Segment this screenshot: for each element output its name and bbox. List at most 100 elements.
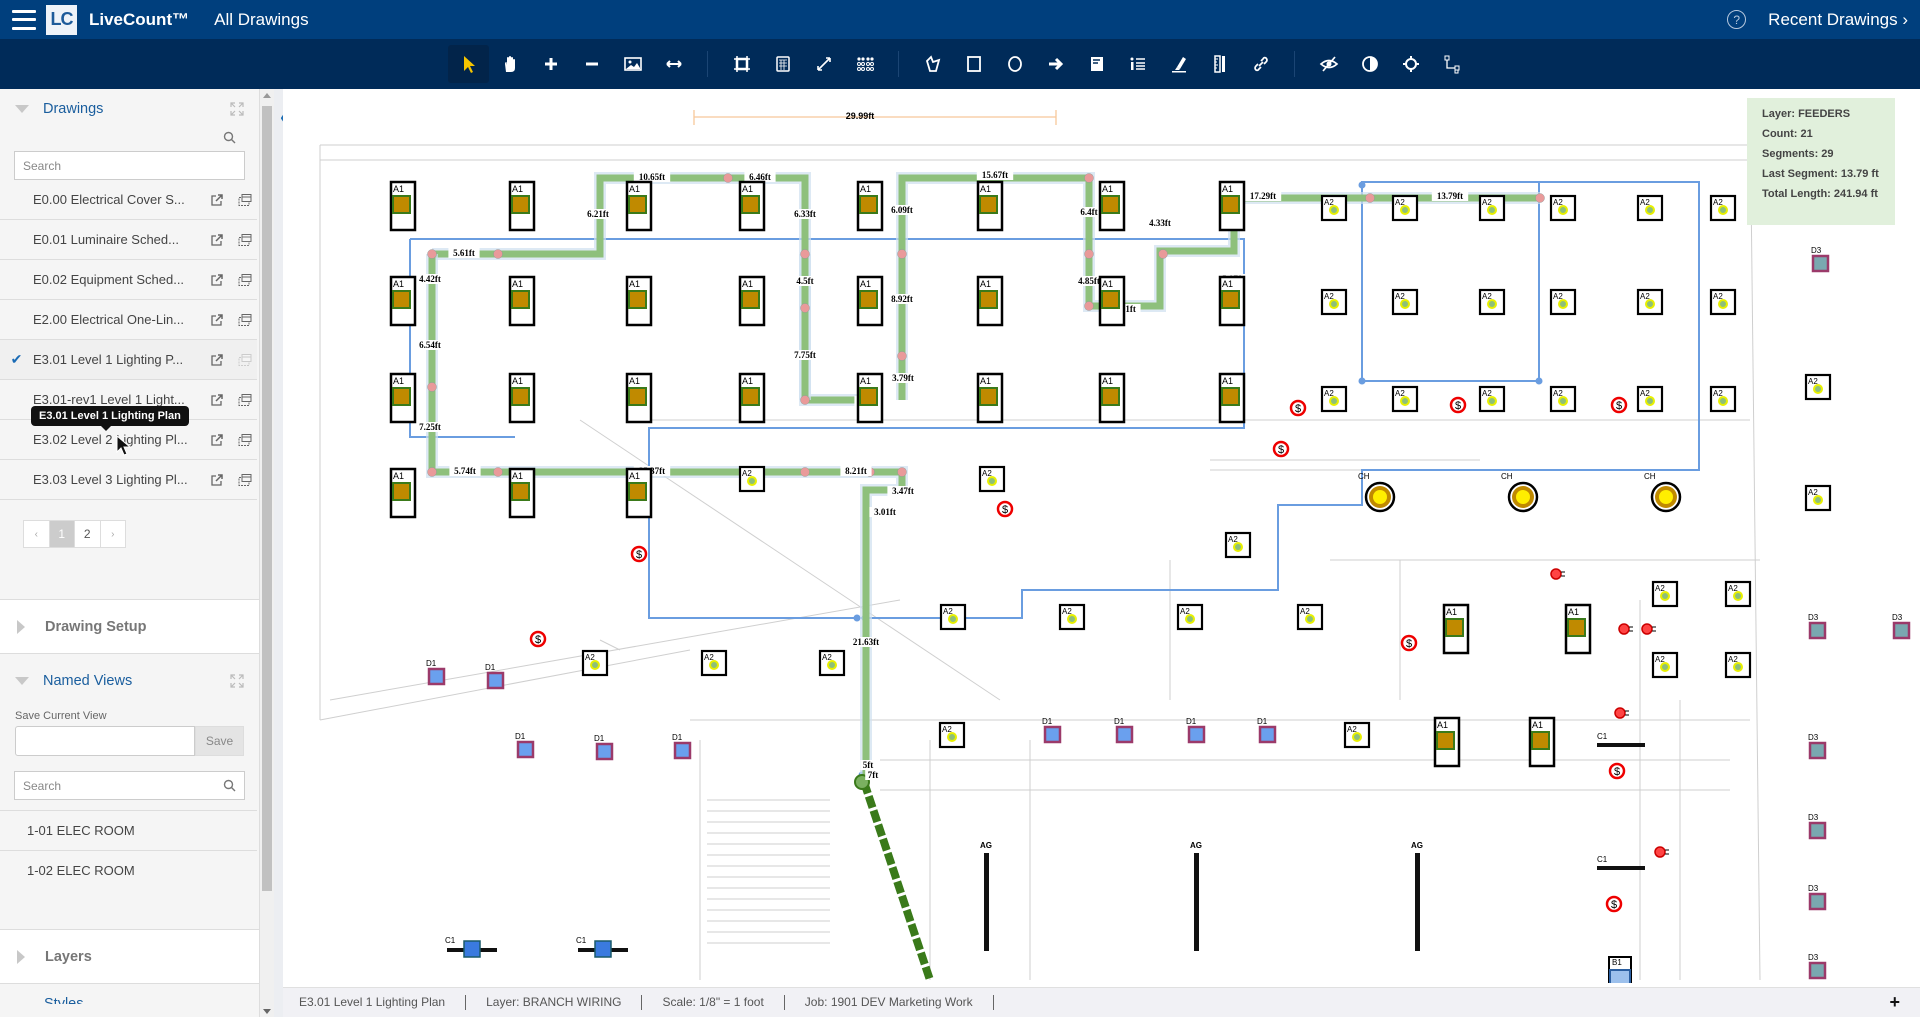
open-external-icon[interactable] [209,193,225,207]
styles-panel-header[interactable]: Styles [0,984,259,1004]
zoom-out-tool-button[interactable] [571,45,612,83]
save-view-button[interactable]: Save [195,726,244,756]
collapse-triangle-icon[interactable] [15,677,29,685]
pointer-arrow-icon [463,56,475,73]
named-view-item[interactable]: 1-02 ELEC ROOM [0,850,257,890]
fixture-a2-lamp [1331,398,1337,404]
drawing-canvas[interactable]: 29.99ft 10.65ft 6.46ft 6.21ft 6.33ft 5.61ft 4.… [283,89,1920,983]
wiring-node [493,467,503,477]
hamburger-menu-icon[interactable] [12,9,36,30]
search-icon[interactable] [223,131,236,144]
fixture-tag-d: D1 [1114,717,1125,726]
drawing-name: E3.01 Level 1 Lighting P... [33,352,184,367]
scroll-down-icon[interactable] [263,1009,271,1014]
drawings-panel-header[interactable]: Drawings [0,89,259,129]
drawing-list-item[interactable]: E3.03 Level 3 Lighting Pl... [0,460,257,500]
compare-window-icon[interactable] [237,393,253,407]
hide-markup-tool-button[interactable] [1308,45,1349,83]
wiring-node [1084,249,1094,259]
open-external-icon[interactable] [209,393,225,407]
fixture-tag-a1: A1 [1102,376,1113,386]
drawing-setup-panel-header[interactable]: Drawing Setup [0,600,259,653]
pan-tool-button[interactable] [489,45,530,83]
pagination-page-2[interactable]: 2 [75,521,101,547]
help-icon[interactable]: ? [1727,10,1747,29]
fit-image-tool-button[interactable] [612,45,653,83]
crop-tool-button[interactable] [721,45,762,83]
expand-panel-icon[interactable] [230,674,244,688]
arrow-tool-button[interactable] [1035,45,1076,83]
scroll-up-icon[interactable] [263,93,271,98]
add-icon[interactable]: + [1889,992,1900,1013]
floor-plan-drawing[interactable]: 29.99ft 10.65ft 6.46ft 6.21ft 6.33ft 5.61ft 4.… [283,89,1920,983]
named-views-search-input[interactable]: Search [14,771,245,800]
receptacle-symbol [1614,707,1626,719]
link-tool-button[interactable] [1240,45,1281,83]
fixture-tag-a1: A1 [393,184,404,194]
recent-drawings-link[interactable]: Recent Drawings › [1768,10,1908,30]
calculator-tool-button[interactable] [762,45,803,83]
drawing-list-item[interactable]: E0.01 Luminaire Sched... [0,220,257,260]
drawing-list-item[interactable]: ✔ E3.01 Level 1 Lighting P... [0,340,257,380]
zoom-in-tool-button[interactable] [530,45,571,83]
compare-window-icon[interactable] [237,193,253,207]
all-drawings-link[interactable]: All Drawings [214,10,308,30]
status-drawing: E3.01 Level 1 Lighting Plan [283,995,467,1010]
measure-tool-button[interactable] [803,45,844,83]
compare-window-icon[interactable] [237,433,253,447]
expand-triangle-icon[interactable] [17,619,25,634]
expand-panel-icon[interactable] [230,102,244,116]
pagination-prev[interactable]: ‹ [24,521,50,547]
drawing-list-item[interactable]: E0.02 Equipment Sched... [0,260,257,300]
fixture-a2-lamp [749,478,755,484]
legend-tool-button[interactable] [1117,45,1158,83]
named-view-item[interactable]: 1-01 ELEC ROOM [0,810,257,850]
fixture-tag-a1: A1 [742,279,753,289]
fit-width-tool-button[interactable] [653,45,694,83]
switch-glyph: $ [1455,400,1461,412]
feeder-node [853,614,861,622]
open-external-icon[interactable] [209,353,225,367]
feeder-node [1358,377,1366,385]
pagination-page-1[interactable]: 1 [49,521,75,547]
scrollbar-thumb[interactable] [262,106,272,891]
layers-panel-header[interactable]: Layers [0,930,259,983]
calibrate-tool-button[interactable] [1390,45,1431,83]
rectangle-tool-button[interactable] [953,45,994,83]
count-grid-tool-button[interactable] [844,45,885,83]
open-external-icon[interactable] [209,233,225,247]
ruler-tool-button[interactable] [1199,45,1240,83]
wiring-node [493,249,503,259]
segment-label: 5.61ft [453,248,475,258]
compare-window-icon[interactable] [237,313,253,327]
compare-window-icon[interactable] [237,233,253,247]
wiring-node [800,303,810,313]
ellipse-tool-button[interactable] [994,45,1035,83]
fixture-a2-lamp [1662,593,1668,599]
view-name-input[interactable] [15,726,195,756]
contrast-tool-button[interactable] [1349,45,1390,83]
compare-window-icon[interactable] [237,473,253,487]
sidebar-scrollbar[interactable] [260,89,274,1017]
compare-window-icon[interactable] [237,353,253,367]
connector-tool-button[interactable] [1431,45,1472,83]
collapse-triangle-icon[interactable] [15,105,29,113]
drawings-search-input[interactable]: Search [14,151,245,180]
open-external-icon[interactable] [209,273,225,287]
drawing-list-item[interactable]: E0.00 Electrical Cover S... [0,180,257,220]
named-views-panel-header[interactable]: Named Views [0,654,259,708]
open-external-icon[interactable] [209,473,225,487]
select-tool-button[interactable] [448,45,489,83]
polygon-tool-button[interactable] [912,45,953,83]
compare-window-icon[interactable] [237,273,253,287]
open-external-icon[interactable] [209,313,225,327]
drawing-list-item[interactable]: E2.00 Electrical One-Lin... [0,300,257,340]
segment-label: 6.33ft [794,209,816,219]
fixture-a1-lamp [511,387,530,406]
wiring-node [427,249,437,259]
highlighter-tool-button[interactable] [1158,45,1199,83]
pagination-next[interactable]: › [101,521,126,547]
note-tool-button[interactable] [1076,45,1117,83]
expand-triangle-icon[interactable] [17,949,25,964]
open-external-icon[interactable] [209,433,225,447]
